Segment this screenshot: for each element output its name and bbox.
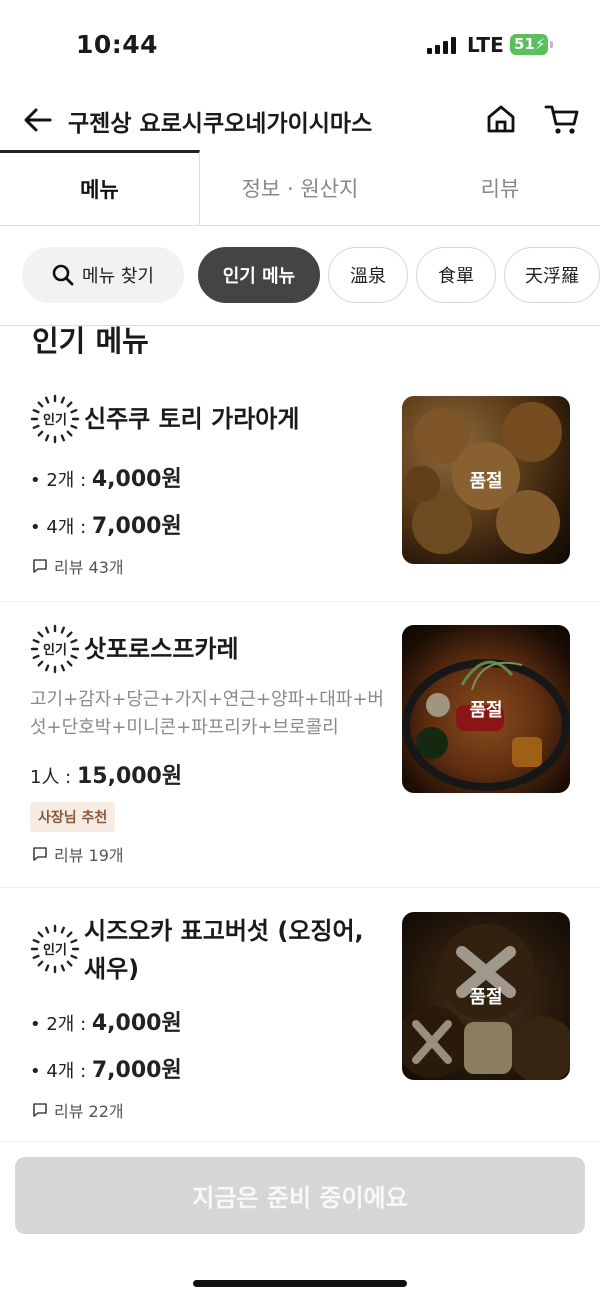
recommend-badge: 사장님 추천 bbox=[30, 802, 116, 832]
review-label: 리뷰 22개 bbox=[54, 1102, 124, 1121]
popular-badge-label: 인기 bbox=[43, 412, 67, 428]
item-name: 삿포로스프카레 bbox=[84, 635, 239, 663]
item-name: 신주쿠 토리 가라아게 bbox=[84, 405, 300, 433]
divider bbox=[0, 601, 600, 602]
item-image[interactable]: 품절 bbox=[402, 396, 570, 564]
item-image[interactable]: 품절 bbox=[402, 912, 570, 1080]
price-label: • 2개 : bbox=[30, 470, 92, 491]
popular-badge-icon: 인기 bbox=[30, 924, 80, 974]
order-button-disabled[interactable]: 지금은 준비 중이에요 bbox=[15, 1157, 585, 1234]
home-icon[interactable] bbox=[484, 102, 518, 136]
item-price: • 4개 : 7,000원 bbox=[30, 1052, 182, 1084]
chip-tempura[interactable]: 天浮羅 bbox=[504, 247, 600, 303]
battery-icon: 51⚡ bbox=[510, 34, 553, 55]
item-image[interactable]: 품절 bbox=[402, 625, 570, 793]
price-label: • 4개 : bbox=[30, 1061, 92, 1082]
price-value: 4,000원 bbox=[91, 1011, 182, 1036]
popular-badge-icon: 인기 bbox=[30, 394, 80, 444]
tab-reviews[interactable]: 리뷰 bbox=[400, 150, 600, 225]
menu-search-button[interactable]: 메뉴 찾기 bbox=[22, 247, 184, 303]
section-title: 인기 메뉴 bbox=[32, 324, 149, 358]
sold-out-label: 품절 bbox=[402, 396, 570, 564]
price-value: 7,000원 bbox=[91, 514, 182, 539]
store-title: 구젠상 요로시쿠오네가이시마스 bbox=[68, 111, 373, 137]
chip-shokutan[interactable]: 食單 bbox=[416, 247, 496, 303]
battery-level: 51 bbox=[514, 35, 535, 53]
cart-icon[interactable] bbox=[544, 102, 580, 136]
status-time: 10:44 bbox=[76, 30, 159, 59]
review-label: 리뷰 19개 bbox=[54, 846, 124, 865]
comment-icon bbox=[33, 559, 47, 573]
price-label: • 4개 : bbox=[30, 517, 92, 538]
home-indicator bbox=[193, 1280, 407, 1287]
comment-icon bbox=[33, 1103, 47, 1117]
signal-icon bbox=[427, 36, 457, 54]
price-value: 7,000원 bbox=[91, 1058, 182, 1083]
category-chips: 메뉴 찾기 인기 메뉴 溫泉 食單 天浮羅 bbox=[22, 247, 600, 305]
review-count[interactable]: 리뷰 43개 bbox=[32, 554, 124, 578]
item-description: 고기+감자+당근+가지+연근+양파+대파+버섯+단호박+미니콘+파프리카+브로콜… bbox=[30, 689, 384, 738]
price-value: 4,000원 bbox=[91, 467, 182, 492]
tab-bar: 메뉴 정보 · 원산지 리뷰 bbox=[0, 150, 600, 226]
sold-out-label: 품절 bbox=[402, 625, 570, 793]
divider bbox=[0, 887, 600, 888]
price-label: • 2개 : bbox=[30, 1014, 92, 1035]
item-name: 시즈오카 표고버섯 (오징어, 새우) bbox=[84, 917, 364, 983]
review-label: 리뷰 43개 bbox=[54, 558, 124, 577]
search-icon bbox=[52, 264, 74, 286]
tab-info-origin[interactable]: 정보 · 원산지 bbox=[200, 150, 400, 225]
divider bbox=[0, 1141, 600, 1142]
tab-menu[interactable]: 메뉴 bbox=[0, 150, 200, 225]
menu-search-label: 메뉴 찾기 bbox=[82, 266, 154, 287]
item-price: • 2개 : 4,000원 bbox=[30, 461, 182, 493]
popular-badge-icon: 인기 bbox=[30, 624, 80, 674]
review-count[interactable]: 리뷰 22개 bbox=[32, 1098, 124, 1122]
item-price: • 2개 : 4,000원 bbox=[30, 1005, 182, 1037]
item-price: 1人 : 15,000원 bbox=[30, 758, 182, 790]
popular-badge-label: 인기 bbox=[43, 942, 67, 958]
review-count[interactable]: 리뷰 19개 bbox=[32, 842, 124, 866]
item-price: • 4개 : 7,000원 bbox=[30, 508, 182, 540]
price-label: 1人 : bbox=[30, 767, 77, 788]
comment-icon bbox=[33, 847, 47, 861]
chip-onsen[interactable]: 溫泉 bbox=[328, 247, 408, 303]
sold-out-label: 품절 bbox=[402, 912, 570, 1080]
price-value: 15,000원 bbox=[76, 764, 183, 789]
status-bar: 10:44 LTE 51⚡ bbox=[0, 0, 600, 90]
popular-badge-label: 인기 bbox=[43, 642, 67, 658]
arrow-left-icon[interactable] bbox=[22, 104, 54, 136]
chip-popular[interactable]: 인기 메뉴 bbox=[198, 247, 320, 303]
header: 구젠상 요로시쿠오네가이시마스 bbox=[0, 90, 600, 150]
network-label: LTE bbox=[467, 33, 504, 57]
